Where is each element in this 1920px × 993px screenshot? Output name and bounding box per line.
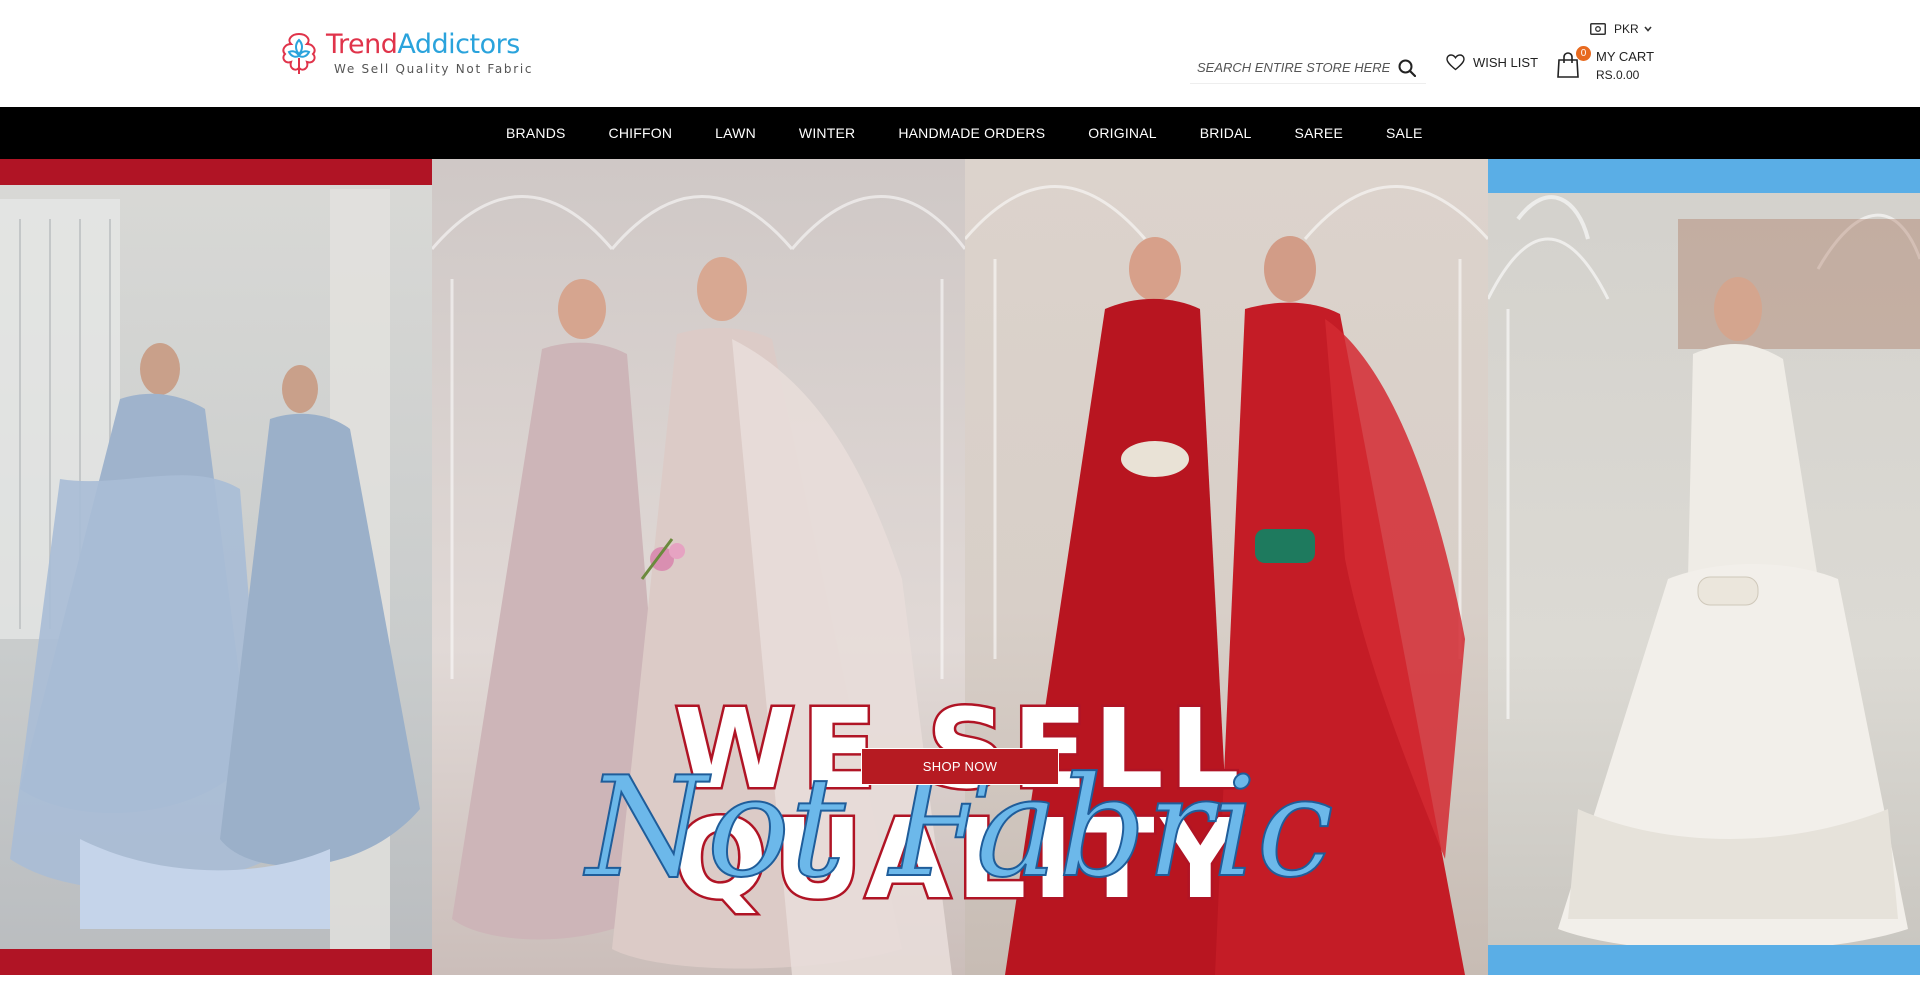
nav-item-bridal[interactable]: BRIDAL <box>1200 125 1252 141</box>
search-icon <box>1398 59 1416 77</box>
currency-switcher[interactable]: PKR <box>1590 22 1652 36</box>
site-header: TrendAddictors We Sell Quality Not Fabri… <box>0 0 1920 106</box>
cart-total: RS.0.00 <box>1596 68 1640 82</box>
nav-item-sale[interactable]: SALE <box>1386 125 1423 141</box>
logo-emblem-icon <box>282 32 316 74</box>
main-navigation: BRANDS CHIFFON LAWN WINTER HANDMADE ORDERS OR… <box>0 107 1920 159</box>
search-bar <box>1190 52 1426 84</box>
logo-wordmark: TrendAddictors <box>326 29 520 60</box>
shop-now-button[interactable]: SHOP NOW <box>861 748 1059 785</box>
currency-value: PKR <box>1614 22 1639 36</box>
blue-band-top <box>1488 159 1920 193</box>
nav-item-handmade-orders[interactable]: HANDMADE ORDERS <box>898 125 1045 141</box>
nav-item-lawn[interactable]: LAWN <box>715 125 756 141</box>
nav-item-saree[interactable]: SAREE <box>1295 125 1343 141</box>
cart-count-badge: 0 <box>1576 46 1591 61</box>
hero-banner[interactable]: WE SELL QUALITY Not Fabric SHOP NOW <box>0 159 1920 975</box>
red-band-bottom <box>0 949 432 975</box>
model-illustration-ivory-gown <box>1488 195 1920 952</box>
nav-item-chiffon[interactable]: CHIFFON <box>609 125 673 141</box>
search-input[interactable] <box>1190 60 1390 75</box>
hero-image-panel-1 <box>0 159 432 975</box>
shopping-bag-icon: 0 <box>1556 46 1591 82</box>
hero-image-panel-4 <box>1488 159 1920 975</box>
money-icon <box>1590 23 1606 35</box>
heart-icon <box>1446 54 1465 71</box>
chevron-down-icon <box>1644 24 1652 35</box>
model-illustration-blue-gowns <box>0 189 420 949</box>
brand-logo[interactable]: TrendAddictors We Sell Quality Not Fabri… <box>277 28 539 78</box>
mini-cart[interactable]: 0 MY CART RS.0.00 <box>1556 46 1655 84</box>
wishlist-label: WISH LIST <box>1473 55 1539 70</box>
nav-item-winter[interactable]: WINTER <box>799 125 855 141</box>
blue-band-bottom <box>1488 945 1920 975</box>
nav-item-original[interactable]: ORIGINAL <box>1088 125 1157 141</box>
cart-label: MY CART <box>1596 49 1655 64</box>
nav-item-brands[interactable]: BRANDS <box>506 125 566 141</box>
search-button[interactable] <box>1394 55 1420 81</box>
logo-tagline: We Sell Quality Not Fabric <box>334 62 534 76</box>
wishlist-link[interactable]: WISH LIST <box>1446 54 1538 71</box>
red-band-top <box>0 159 432 185</box>
